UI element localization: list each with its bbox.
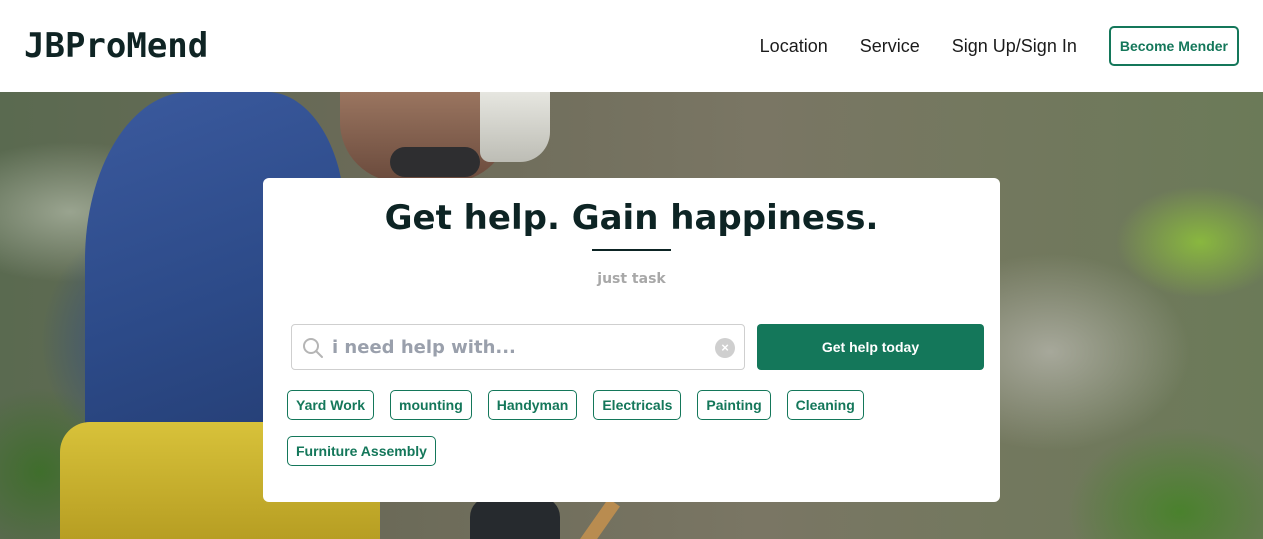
hero-subtitle: just task	[597, 271, 666, 287]
tag-furniture-assembly[interactable]: Furniture Assembly	[287, 436, 436, 466]
tag-painting[interactable]: Painting	[697, 390, 771, 420]
search-box: ×	[291, 324, 745, 370]
nav-signin-link[interactable]: Sign Up/Sign In	[952, 36, 1077, 57]
tag-mounting[interactable]: mounting	[390, 390, 472, 420]
wooden-stick	[574, 498, 620, 539]
site-header: JBProMend Location Service Sign Up/Sign …	[0, 0, 1263, 92]
search-input[interactable]	[332, 325, 702, 369]
worker-mask	[390, 147, 480, 177]
title-underline	[592, 249, 671, 251]
search-card: Get help. Gain happiness. just task × Ge…	[263, 178, 1000, 502]
site-logo[interactable]: JBProMend	[24, 26, 208, 66]
tag-handyman[interactable]: Handyman	[487, 390, 578, 420]
tag-cleaning[interactable]: Cleaning	[786, 390, 864, 420]
worker-hat	[480, 92, 550, 162]
hero-title: Get help. Gain happiness.	[384, 198, 879, 238]
main-nav: Location Service Sign Up/Sign In Become …	[760, 26, 1239, 66]
become-mender-button[interactable]: Become Mender	[1108, 26, 1239, 66]
get-help-button[interactable]: Get help today	[757, 324, 984, 370]
search-icon	[303, 338, 323, 358]
clear-icon[interactable]: ×	[715, 338, 735, 358]
tag-electricals[interactable]: Electricals	[593, 390, 682, 420]
worker-glove	[470, 497, 560, 539]
nav-service-link[interactable]: Service	[860, 36, 920, 57]
nav-location-link[interactable]: Location	[760, 36, 828, 57]
service-tags: Yard Work mounting Handyman Electricals …	[287, 390, 967, 482]
tag-yard-work[interactable]: Yard Work	[287, 390, 374, 420]
